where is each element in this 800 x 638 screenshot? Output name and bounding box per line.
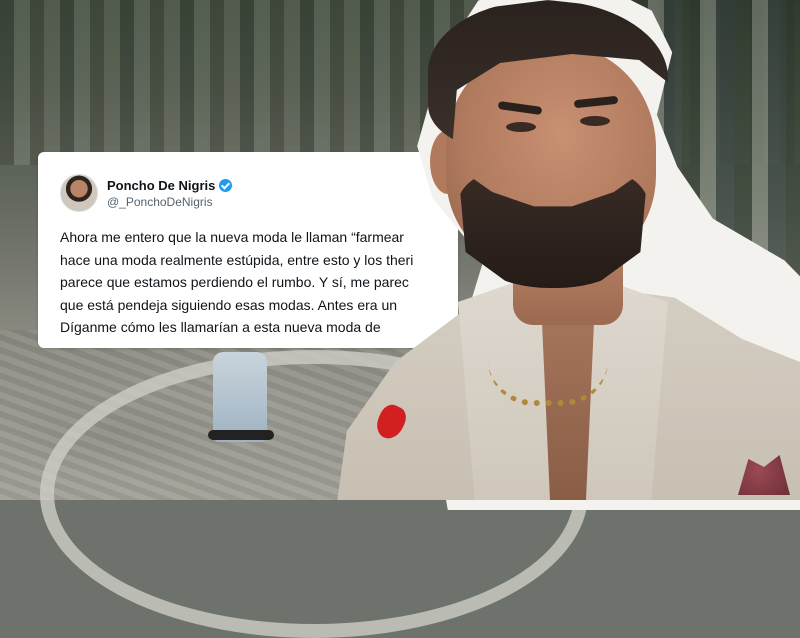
verified-badge-icon bbox=[219, 178, 233, 192]
user-handle[interactable]: @_PonchoDeNigris bbox=[107, 195, 232, 209]
walking-person-figure bbox=[213, 352, 267, 442]
display-name[interactable]: Poncho De Nigris bbox=[107, 178, 215, 193]
eye-right bbox=[580, 116, 610, 126]
display-name-row: Poncho De Nigris bbox=[107, 178, 233, 193]
walking-person-shoes bbox=[208, 430, 274, 440]
eye-left bbox=[506, 122, 536, 132]
portrait-figure bbox=[318, 0, 800, 500]
avatar[interactable] bbox=[60, 174, 98, 212]
tweet-author: Poncho De Nigris @_PonchoDeNigris bbox=[107, 178, 233, 209]
tweet-header: Poncho De Nigris @_PonchoDeNigris bbox=[60, 174, 233, 212]
